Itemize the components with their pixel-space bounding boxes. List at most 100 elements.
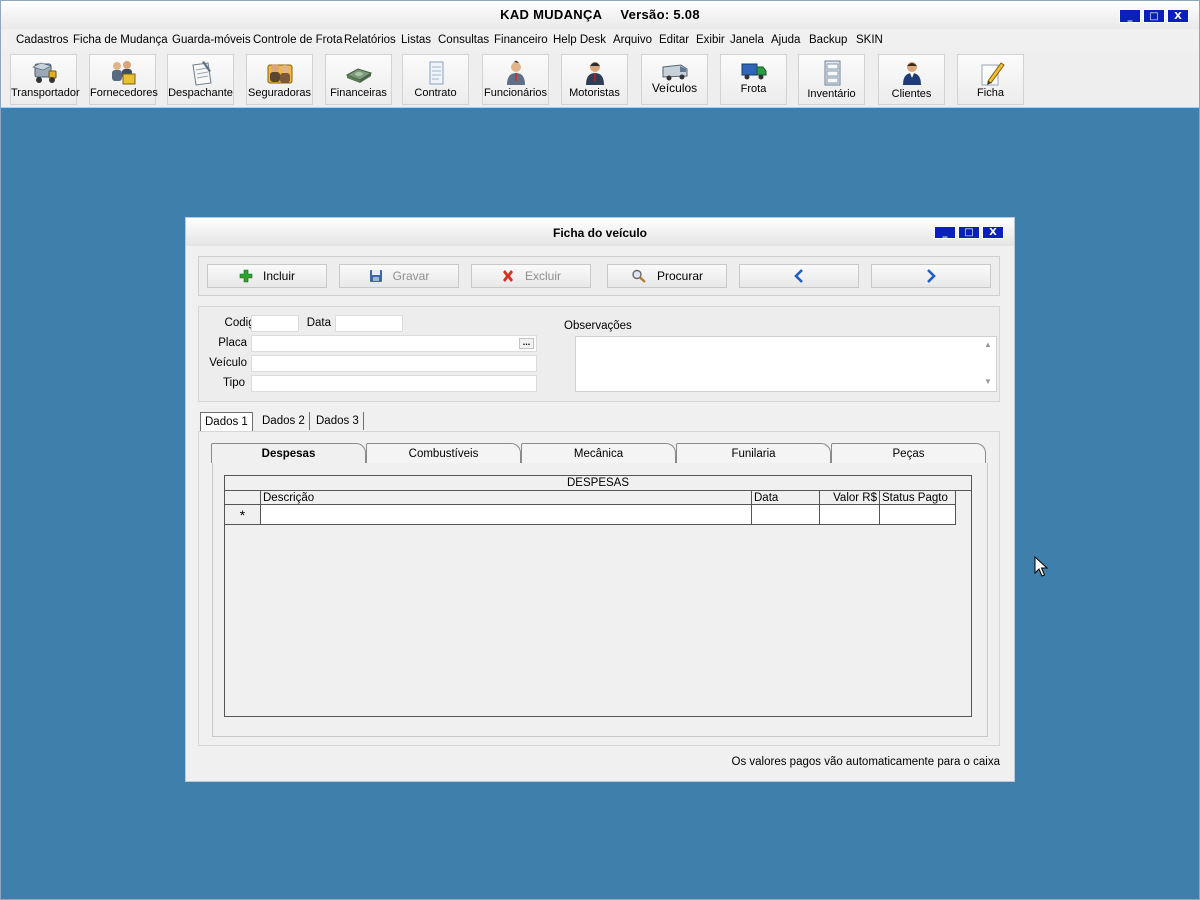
menu-backup[interactable]: Backup [809, 34, 847, 46]
dialog-titlebar[interactable]: Ficha do veículo _ □ X [186, 218, 1014, 246]
toolbar-ficha-button[interactable]: Ficha [957, 54, 1024, 105]
toolbar-veiculos-button[interactable]: Veículos [641, 54, 708, 105]
dados-1-panel: Despesas Combustíveis Mecânica Funilaria… [198, 431, 1000, 746]
column-header-data[interactable]: Data [752, 491, 820, 505]
toolbar-label: Fornecedores [90, 87, 158, 99]
toolbar-motoristas-button[interactable]: Motoristas [561, 54, 628, 105]
tipo-label: Tipo [223, 377, 245, 389]
maximize-button[interactable]: □ [1143, 9, 1165, 23]
close-button[interactable]: X [1167, 9, 1189, 23]
driver-icon [585, 62, 604, 85]
insurance-icon [267, 64, 292, 84]
gravar-button[interactable]: Gravar [339, 264, 459, 288]
menu-editar[interactable]: Editar [659, 34, 689, 46]
menu-controle-de-frota[interactable]: Controle de Frota [253, 34, 343, 46]
toolbar-label: Veículos [651, 81, 698, 95]
truck-icon [31, 62, 56, 83]
excluir-button[interactable]: Excluir [471, 264, 591, 288]
cabinet-icon [824, 60, 840, 86]
codigo-input[interactable] [251, 315, 299, 332]
menu-skin[interactable]: SKIN [856, 34, 883, 46]
menu-financeiro[interactable]: Financeiro [494, 34, 548, 46]
column-header-valor[interactable]: Valor R$ [820, 491, 880, 505]
tab-pecas[interactable]: Peças [831, 443, 986, 463]
toolbar-financeiras-button[interactable]: Financeiras [325, 54, 392, 105]
tab-dados-2[interactable]: Dados 2 [258, 412, 310, 430]
scroll-down-icon[interactable]: ▼ [984, 377, 992, 386]
observacoes-scrollbar[interactable]: ▲ ▼ [980, 337, 996, 391]
next-record-button[interactable] [871, 264, 991, 288]
grid-caption: DESPESAS [225, 476, 971, 491]
tipo-input[interactable] [251, 375, 537, 392]
toolbar-despachante-button[interactable]: Despachante [167, 54, 234, 105]
menu-relatorios[interactable]: Relatórios [344, 34, 396, 46]
menu-guarda-moveis[interactable]: Guarda-móveis [172, 34, 251, 46]
chevron-right-icon [927, 269, 936, 283]
new-row-data-cell[interactable] [752, 505, 820, 525]
toolbar-funcionarios-button[interactable]: Funcionários [482, 54, 549, 105]
toolbar-inventario-button[interactable]: Inventário [798, 54, 865, 105]
menu-ficha-de-mudanca[interactable]: Ficha de Mudança [73, 34, 168, 46]
menu-consultas[interactable]: Consultas [438, 34, 489, 46]
placa-label: Placa [218, 337, 247, 349]
document-icon [429, 61, 443, 85]
toolbar-seguradoras-button[interactable]: Seguradoras [246, 54, 313, 105]
tab-dados-3[interactable]: Dados 3 [312, 412, 364, 430]
toolbar-label: Ficha [977, 87, 1004, 99]
data-input[interactable] [335, 315, 403, 332]
menu-ajuda[interactable]: Ajuda [771, 34, 800, 46]
tab-dados-1[interactable]: Dados 1 [200, 412, 253, 432]
menu-cadastros[interactable]: Cadastros [16, 34, 68, 46]
scroll-up-icon[interactable]: ▲ [984, 340, 992, 349]
dialog-minimize-button[interactable]: _ [934, 226, 956, 239]
previous-record-button[interactable] [739, 264, 859, 288]
dialog-maximize-button[interactable]: □ [958, 226, 980, 239]
tab-funilaria[interactable]: Funilaria [676, 443, 831, 463]
fleet-truck-icon [741, 63, 766, 80]
app-version: Versão: 5.08 [620, 7, 700, 22]
tab-mecanica[interactable]: Mecânica [521, 443, 676, 463]
ficha-veiculo-dialog: Ficha do veículo _ □ X Incluir Gravar Ex… [186, 218, 1014, 781]
toolbar-transportador-button[interactable]: Transportador [10, 54, 80, 105]
app-name: KAD MUDANÇA [500, 7, 603, 22]
toolbar-label: Motoristas [569, 87, 620, 99]
veiculo-label: Veículo [209, 357, 247, 369]
save-icon [369, 270, 382, 282]
menu-arquivo[interactable]: Arquivo [613, 34, 652, 46]
column-header-status-pagto[interactable]: Status Pagto [880, 491, 956, 505]
toolbar-contrato-button[interactable]: Contrato [402, 54, 469, 105]
placa-input[interactable]: ... [251, 335, 537, 352]
dialog-close-button[interactable]: X [982, 226, 1004, 239]
new-row-valor-cell[interactable] [820, 505, 880, 525]
employee-icon [506, 60, 525, 85]
tab-combustiveis[interactable]: Combustíveis [366, 443, 521, 463]
column-header-descricao[interactable]: Descrição [261, 491, 752, 505]
menu-bar: Cadastros Ficha de Mudança Guarda-móveis… [1, 29, 1199, 51]
menu-exibir[interactable]: Exibir [696, 34, 725, 46]
incluir-label: Incluir [262, 269, 295, 283]
excluir-label: Excluir [524, 269, 561, 283]
toolbar-fornecedores-button[interactable]: Fornecedores [89, 54, 158, 105]
menu-janela[interactable]: Janela [730, 34, 764, 46]
despesas-grid[interactable]: DESPESAS Descrição Data Valor R$ Status … [224, 475, 972, 717]
toolbar-label: Funcionários [484, 87, 547, 99]
dialog-title: Ficha do veículo [552, 226, 648, 240]
grid-indicator-header [225, 491, 261, 505]
toolbar-clientes-button[interactable]: Clientes [878, 54, 945, 105]
incluir-button[interactable]: Incluir [207, 264, 327, 288]
dialog-window-controls: _ □ X [934, 226, 1004, 239]
toolbar-label: Clientes [891, 88, 932, 100]
observacoes-textarea[interactable]: ▲ ▼ [575, 336, 997, 392]
suppliers-icon [111, 61, 135, 85]
toolbar-frota-button[interactable]: Frota [720, 54, 787, 105]
placa-lookup-button[interactable]: ... [519, 338, 534, 349]
minimize-button[interactable]: _ [1119, 9, 1141, 23]
new-row-indicator: * [225, 505, 261, 525]
menu-listas[interactable]: Listas [401, 34, 431, 46]
new-row-descricao-cell[interactable] [261, 505, 752, 525]
new-row-status-cell[interactable] [880, 505, 956, 525]
procurar-button[interactable]: Procurar [607, 264, 727, 288]
tab-despesas[interactable]: Despesas [211, 443, 366, 463]
veiculo-input[interactable] [251, 355, 537, 372]
menu-help-desk[interactable]: Help Desk [553, 34, 606, 46]
